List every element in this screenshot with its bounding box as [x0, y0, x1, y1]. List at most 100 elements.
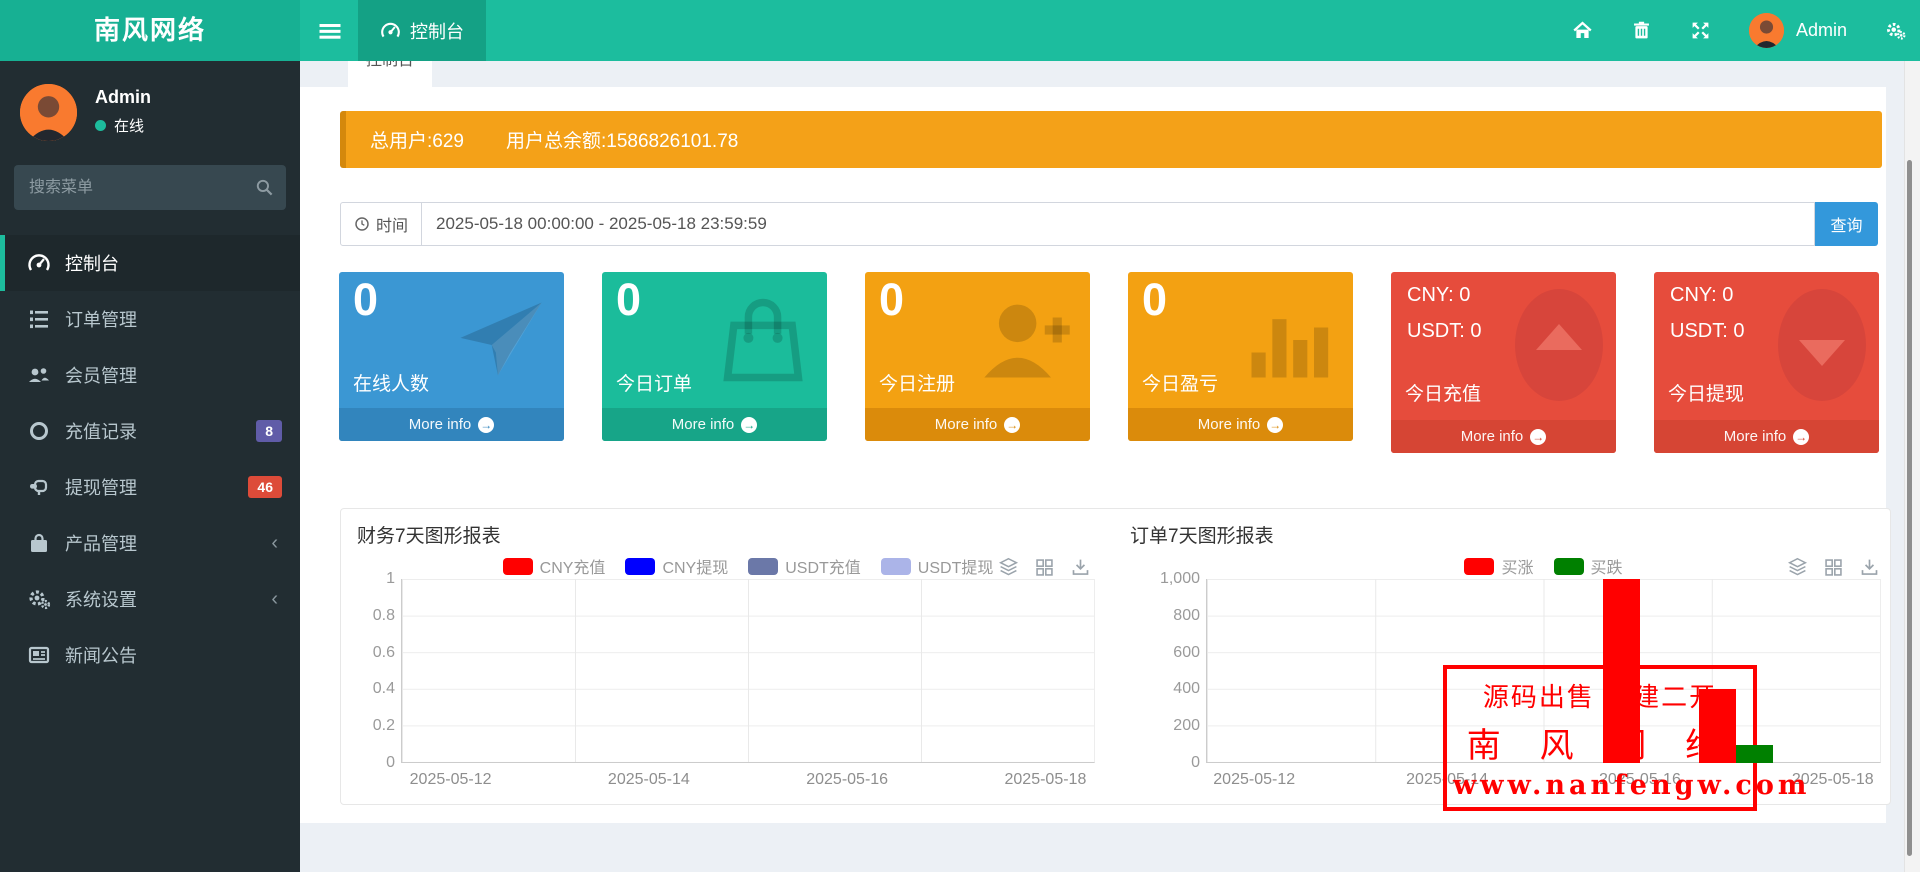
y-tick-label: 600 [1173, 644, 1200, 662]
legend-item[interactable]: USDT提现 [881, 554, 994, 578]
legend-label: USDT充值 [785, 554, 861, 578]
hand-icon [27, 475, 51, 499]
bar-group [500, 579, 599, 763]
shopping-bag-icon [711, 290, 815, 390]
stack-icon[interactable] [1787, 557, 1808, 578]
sidebar: Admin 在线 控制台 [0, 61, 300, 872]
search-input[interactable] [14, 165, 286, 210]
gauge-icon [27, 251, 51, 275]
sidebar-search [14, 165, 286, 210]
recharge-badge: 8 [256, 420, 282, 443]
x-axis-labels: 2025-05-122025-05-142025-05-162025-05-18 [401, 771, 1095, 793]
infobox-today-registrations: 0 今日注册 More info → [865, 272, 1090, 441]
more-info-link[interactable]: More info → [1654, 420, 1879, 453]
y-tick-label: 800 [1173, 607, 1200, 625]
y-tick-label: 0.2 [373, 717, 395, 735]
stack-icon[interactable] [998, 557, 1019, 578]
sidebar-item-news[interactable]: 新闻公告 [0, 627, 300, 683]
bar-group [1206, 579, 1302, 763]
legend-label: CNY提现 [662, 554, 728, 578]
tiled-icon[interactable] [1823, 557, 1844, 578]
y-tick-label: 0.4 [373, 680, 395, 698]
search-icon[interactable] [255, 178, 274, 197]
sidebar-item-settings[interactable]: 系统设置 ‹ [0, 571, 300, 627]
tiled-icon[interactable] [1034, 557, 1055, 578]
x-tick-label: 2025-05-12 [410, 771, 492, 789]
more-info-link[interactable]: More info → [602, 408, 827, 441]
watermark-url: www.nanfengw.com [1453, 770, 1747, 801]
content-tab-dashboard[interactable]: 控制台 [348, 61, 432, 87]
trash-icon[interactable] [1631, 20, 1652, 41]
y-tick-label: 1 [386, 570, 395, 588]
scrollbar-track [1904, 61, 1920, 872]
sidebar-item-products[interactable]: 产品管理 ‹ [0, 515, 300, 571]
bar-group [1302, 579, 1398, 763]
legend-item[interactable]: 买涨 [1464, 554, 1533, 578]
bar-group [1785, 579, 1881, 763]
legend-item[interactable]: USDT充值 [748, 554, 861, 578]
sidebar-item-members[interactable]: 会员管理 [0, 347, 300, 403]
user-plus-icon [974, 290, 1078, 390]
list-icon [27, 307, 51, 331]
legend-item[interactable]: 买跌 [1554, 554, 1623, 578]
navbar-tab-dashboard[interactable]: 控制台 [358, 0, 486, 61]
users-icon [27, 363, 51, 387]
sidebar-toggle-button[interactable] [316, 17, 344, 45]
arrow-circle-right-icon: → [1530, 429, 1546, 445]
sidebar-item-dashboard[interactable]: 控制台 [0, 235, 300, 291]
navbar-user-name: Admin [1796, 20, 1847, 41]
download-icon[interactable] [1070, 557, 1091, 578]
home-icon[interactable] [1572, 20, 1593, 41]
more-info-link[interactable]: More info → [865, 408, 1090, 441]
infobox-today-orders: 0 今日订单 More info → [602, 272, 827, 441]
x-tick-label: 2025-05-16 [806, 771, 888, 789]
legend-swatch [881, 558, 911, 575]
gears-icon [27, 587, 51, 611]
arrow-circle-right-icon: → [478, 417, 494, 433]
navbar-tab-label: 控制台 [410, 18, 464, 44]
bar [1603, 579, 1640, 763]
time-filter-label: 时间 [340, 202, 422, 246]
sidebar-item-withdrawals[interactable]: 提现管理 46 [0, 459, 300, 515]
infobox-today-withdrawals: CNY: 0 USDT: 0 今日提现 More info → [1654, 272, 1879, 453]
clock-icon [354, 216, 370, 232]
brand-logo[interactable]: 南风网络 [0, 0, 300, 61]
infobox-today-pnl: 0 今日盈亏 More info → [1128, 272, 1353, 441]
legend-label: CNY充值 [540, 554, 606, 578]
more-info-link[interactable]: More info → [339, 408, 564, 441]
bar-group [401, 579, 500, 763]
sidebar-menu: 控制台 订单管理 会 [0, 235, 300, 683]
expand-icon[interactable] [1690, 20, 1711, 41]
arrow-circle-right-icon: → [1004, 417, 1020, 433]
y-tick-label: 0.6 [373, 644, 395, 662]
navbar-right: Admin [1572, 0, 1906, 61]
sidebar-item-recharge-records[interactable]: 充值记录 8 [0, 403, 300, 459]
bar-group [1688, 579, 1784, 763]
download-icon[interactable] [1859, 557, 1880, 578]
gears-icon[interactable] [1885, 20, 1906, 41]
chevron-left-icon: ‹ [271, 589, 278, 609]
chart-toolbox [998, 557, 1091, 578]
query-button[interactable]: 查询 [1815, 202, 1878, 246]
legend-swatch [1554, 558, 1584, 575]
legend-swatch [1464, 558, 1494, 575]
sidebar-user-status[interactable]: 在线 [95, 115, 144, 136]
sidebar-item-orders[interactable]: 订单管理 [0, 291, 300, 347]
arrow-circle-right-icon: → [741, 417, 757, 433]
date-range-input[interactable] [422, 202, 1815, 246]
legend-item[interactable]: CNY提现 [625, 554, 728, 578]
more-info-link[interactable]: More info → [1128, 408, 1353, 441]
legend-item[interactable]: CNY充值 [503, 554, 606, 578]
user-menu[interactable]: Admin [1749, 13, 1847, 48]
arrow-circle-right-icon: → [1793, 429, 1809, 445]
total-balance-stat: 用户总余额:1586826101.78 [506, 126, 738, 153]
chevron-left-icon: ‹ [271, 533, 278, 553]
more-info-link[interactable]: More info → [1391, 420, 1616, 453]
total-users-stat: 总用户:629 [370, 126, 464, 153]
caret-up-circle-icon [1510, 284, 1608, 406]
online-dot-icon [95, 120, 106, 131]
bar-group [798, 579, 897, 763]
y-tick-label: 400 [1173, 680, 1200, 698]
legend-swatch [748, 558, 778, 575]
scrollbar-thumb[interactable] [1907, 160, 1912, 856]
